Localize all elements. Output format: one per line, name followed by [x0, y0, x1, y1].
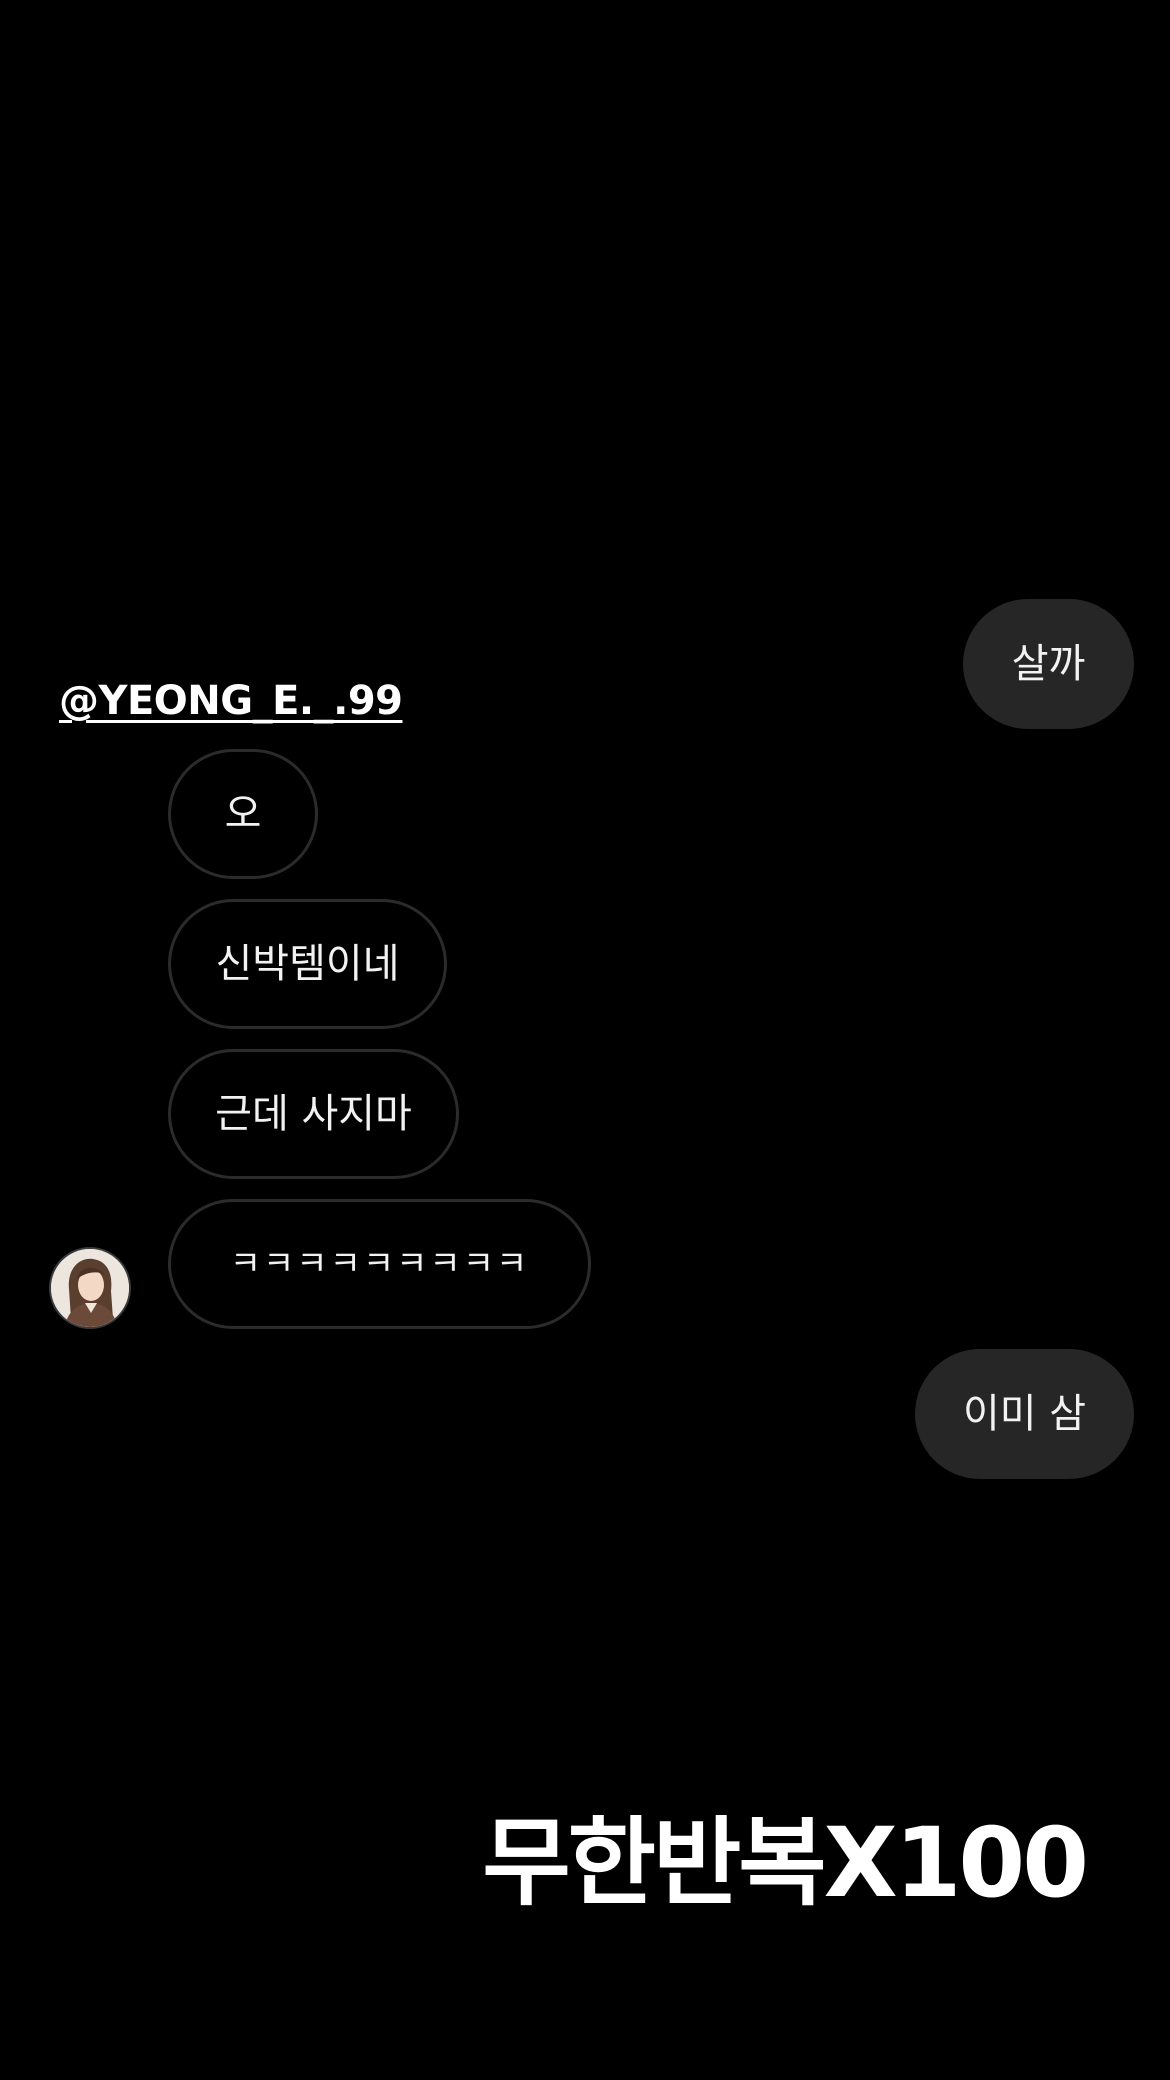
message-text: 근데 사지마: [215, 1091, 412, 1137]
profile-avatar-icon[interactable]: [49, 1247, 131, 1329]
outgoing-message-bubble[interactable]: 이미 삼: [915, 1349, 1134, 1479]
message-text: ㅋㅋㅋㅋㅋㅋㅋㅋㅋ: [229, 1244, 530, 1284]
message-text: 신박템이네: [215, 941, 400, 987]
incoming-message-bubble[interactable]: ㅋㅋㅋㅋㅋㅋㅋㅋㅋ: [168, 1199, 591, 1329]
message-text: 이미 삼: [962, 1391, 1087, 1437]
incoming-message-bubble[interactable]: 오: [168, 749, 318, 879]
message-text: 오: [224, 791, 262, 837]
overlay-caption: 무한반복X100: [482, 1807, 1089, 1919]
avatar-photo: [51, 1249, 129, 1327]
message-text: 살까: [1011, 641, 1086, 687]
sender-username-link[interactable]: @YEONG_E._.99: [59, 678, 403, 724]
incoming-message-bubble[interactable]: 근데 사지마: [168, 1049, 459, 1179]
incoming-message-bubble[interactable]: 신박템이네: [168, 899, 447, 1029]
outgoing-message-bubble[interactable]: 살까: [963, 599, 1134, 729]
chat-screen: 살까 @YEONG_E._.99 오 신박템이네 근데 사지마 ㅋㅋㅋㅋㅋㅋㅋㅋ…: [0, 0, 1170, 2080]
